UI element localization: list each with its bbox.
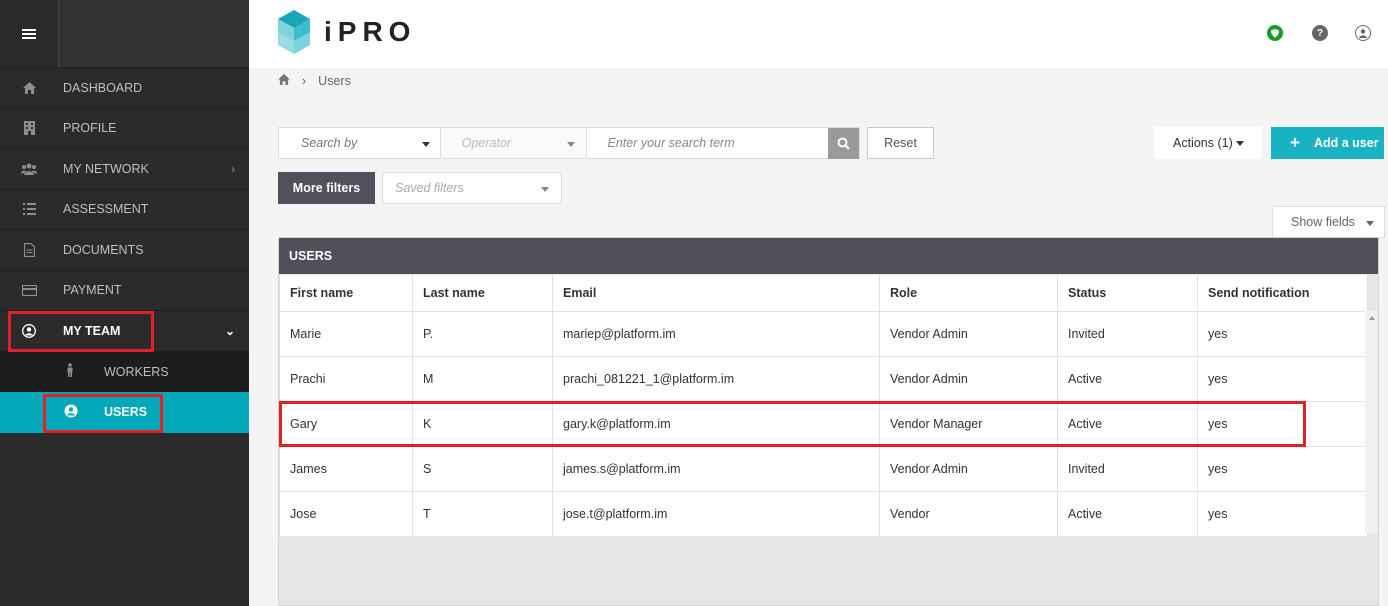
cell-email: prachi_081221_1@platform.im xyxy=(552,356,880,402)
account-icon[interactable] xyxy=(1355,25,1371,41)
sidebar: DASHBOARD PROFILE MY NETWORK › ASSESSMEN… xyxy=(0,0,249,606)
hamburger-icon xyxy=(22,29,36,39)
chevron-down-icon: ⌄ xyxy=(224,323,235,338)
shield-icon[interactable] xyxy=(1267,25,1283,41)
caret-down-icon xyxy=(566,142,575,147)
document-icon xyxy=(20,242,38,257)
cell-send-notification: yes xyxy=(1197,311,1368,357)
cell-role: Vendor Admin xyxy=(879,311,1058,357)
add-user-button[interactable]: + Add a user xyxy=(1271,127,1384,159)
search-bar: Search by Operator Enter your search ter… xyxy=(278,127,860,159)
cell-first-name: Jose xyxy=(279,491,413,537)
ipro-logo[interactable]: iPRO xyxy=(278,10,416,54)
cell-role: Vendor Admin xyxy=(879,446,1058,492)
cell-last-name: S xyxy=(412,446,553,492)
cell-send-notification: yes xyxy=(1197,491,1368,537)
cell-first-name: Marie xyxy=(279,311,413,357)
sidebar-item-label: ASSESSMENT xyxy=(63,202,149,217)
sidebar-item-label: PROFILE xyxy=(63,121,117,136)
cell-last-name: T xyxy=(412,491,553,537)
table-row[interactable]: James S james.s@platform.im Vendor Admin… xyxy=(279,446,1368,492)
search-by-select[interactable]: Search by xyxy=(279,128,441,158)
column-header-role[interactable]: Role xyxy=(879,274,1058,312)
sidebar-item-label: DASHBOARD xyxy=(63,80,143,95)
cell-first-name: James xyxy=(279,446,413,492)
column-header-send-notification[interactable]: Send notification xyxy=(1197,274,1368,312)
highlight-users xyxy=(43,394,163,433)
highlight-my-team xyxy=(8,311,154,352)
sidebar-item-my-network[interactable]: MY NETWORK › xyxy=(0,149,249,190)
column-header-status[interactable]: Status xyxy=(1057,274,1198,312)
sidebar-item-label: PAYMENT xyxy=(63,283,122,298)
cell-last-name: M xyxy=(412,356,553,402)
cell-email: james.s@platform.im xyxy=(552,446,880,492)
chevron-right-icon: › xyxy=(231,161,235,176)
caret-down-icon xyxy=(541,187,549,192)
sidebar-item-documents[interactable]: DOCUMENTS xyxy=(0,230,249,271)
sidebar-subitem-label: WORKERS xyxy=(104,364,169,379)
reset-button[interactable]: Reset xyxy=(867,127,934,159)
ipro-logo-icon xyxy=(278,10,310,54)
table-row[interactable]: Prachi M prachi_081221_1@platform.im Ven… xyxy=(279,356,1368,402)
column-header-email[interactable]: Email xyxy=(552,274,880,312)
menu-toggle-button[interactable] xyxy=(0,0,59,68)
breadcrumb-current: Users xyxy=(318,74,351,88)
cell-last-name: P. xyxy=(412,311,553,357)
credit-card-icon xyxy=(20,283,38,297)
cell-email: mariep@platform.im xyxy=(552,311,880,357)
highlight-gary-row xyxy=(279,401,1306,447)
search-button[interactable] xyxy=(828,127,860,159)
cell-status: Invited xyxy=(1057,446,1198,492)
show-fields-dropdown[interactable]: Show fields xyxy=(1272,206,1385,238)
operator-select[interactable]: Operator xyxy=(440,128,587,158)
cell-send-notification: yes xyxy=(1197,446,1368,492)
building-icon xyxy=(20,121,38,136)
saved-filters-select[interactable]: Saved filters xyxy=(382,172,562,204)
sidebar-item-label: MY NETWORK xyxy=(63,161,149,176)
table-scrollbar[interactable] xyxy=(1365,311,1378,533)
breadcrumb-separator: › xyxy=(302,74,307,88)
table-row[interactable]: Marie P. mariep@platform.im Vendor Admin… xyxy=(279,311,1368,357)
sidebar-item-dashboard[interactable]: DASHBOARD xyxy=(0,68,249,109)
search-input[interactable]: Enter your search term xyxy=(587,128,829,158)
cell-role: Vendor xyxy=(879,491,1058,537)
cell-first-name: Prachi xyxy=(279,356,413,402)
sidebar-top xyxy=(0,0,249,68)
scroll-up-arrow-icon[interactable] xyxy=(1368,316,1375,320)
table-header-row: First name Last name Email Role Status S… xyxy=(279,274,1368,312)
brand-name: iPRO xyxy=(324,16,417,47)
sidebar-subitem-workers[interactable]: WORKERS xyxy=(0,351,249,392)
cell-email: jose.t@platform.im xyxy=(552,491,880,537)
more-filters-button[interactable]: More filters xyxy=(278,172,375,204)
cell-status: Invited xyxy=(1057,311,1198,357)
cell-status: Active xyxy=(1057,356,1198,402)
table-title: USERS xyxy=(279,238,1378,274)
cell-role: Vendor Admin xyxy=(879,356,1058,402)
actions-dropdown[interactable]: Actions (1) xyxy=(1154,127,1262,159)
breadcrumb: › Users xyxy=(278,74,351,88)
cell-status: Active xyxy=(1057,491,1198,537)
sidebar-item-profile[interactable]: PROFILE xyxy=(0,108,249,149)
top-header: iPRO ? xyxy=(249,0,1388,68)
column-header-first-name[interactable]: First name xyxy=(279,274,413,312)
caret-down-icon xyxy=(421,142,430,147)
caret-down-icon xyxy=(1236,141,1244,146)
sidebar-item-assessment[interactable]: ASSESSMENT xyxy=(0,189,249,230)
users-icon xyxy=(20,162,38,176)
help-icon[interactable]: ? xyxy=(1312,25,1328,41)
list-icon xyxy=(20,202,38,216)
sidebar-item-label: DOCUMENTS xyxy=(63,242,144,257)
table-row[interactable]: Jose T jose.t@platform.im Vendor Active … xyxy=(279,491,1368,537)
home-icon xyxy=(20,81,38,95)
home-icon[interactable] xyxy=(278,74,290,88)
column-header-last-name[interactable]: Last name xyxy=(412,274,553,312)
plus-icon: + xyxy=(1290,133,1300,152)
search-icon xyxy=(837,137,850,150)
sidebar-item-payment[interactable]: PAYMENT xyxy=(0,270,249,311)
caret-down-icon xyxy=(1366,221,1374,226)
person-icon xyxy=(64,363,76,380)
cell-send-notification: yes xyxy=(1197,356,1368,402)
